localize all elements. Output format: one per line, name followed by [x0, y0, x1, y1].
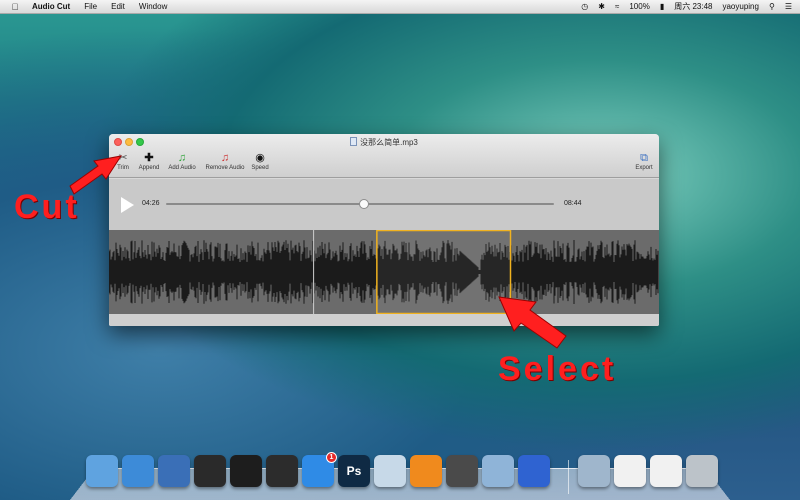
applications-folder-icon[interactable] — [578, 455, 610, 487]
documents-stack-icon[interactable] — [614, 455, 646, 487]
photoshop-icon[interactable]: Ps — [338, 455, 370, 487]
xcode-icon[interactable] — [158, 455, 190, 487]
terminal-icon[interactable] — [230, 455, 262, 487]
finder-icon[interactable] — [86, 455, 118, 487]
photo-booth-icon[interactable] — [446, 455, 478, 487]
preview-icon[interactable] — [374, 455, 406, 487]
mail-icon[interactable] — [482, 455, 514, 487]
downloads-stack-icon[interactable] — [650, 455, 682, 487]
notification-badge: 1 — [326, 452, 337, 463]
trash-icon[interactable] — [686, 455, 718, 487]
app-store-icon[interactable]: 1 — [302, 452, 337, 487]
itunes-icon[interactable] — [518, 455, 550, 487]
cut-annotation: Cut — [14, 188, 80, 226]
ibooks-icon[interactable] — [410, 455, 442, 487]
console-icon[interactable] — [194, 455, 226, 487]
select-annotation: Select — [498, 350, 617, 388]
safari-icon[interactable] — [122, 455, 154, 487]
annotation-overlay — [69, 155, 567, 349]
dock-separator — [568, 460, 569, 494]
activity-monitor-icon[interactable] — [266, 455, 298, 487]
select-arrow-icon — [498, 296, 567, 349]
